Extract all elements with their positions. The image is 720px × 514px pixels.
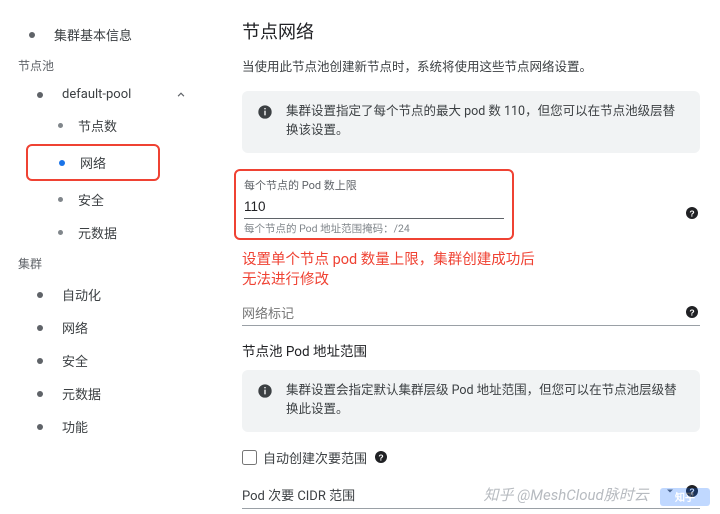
bullet-icon [36,292,44,298]
network-tag-field: ? [242,300,700,326]
main-content: 节点网络 当使用此节点池创建新节点时，系统将使用这些节点网络设置。 集群设置指定… [210,0,720,514]
sidebar-item-cluster-metadata[interactable]: 元数据 [0,377,210,410]
help-icon[interactable]: ? [373,449,389,465]
label: 节点数 [78,116,200,135]
notice-addr-range: 集群设置会指定默认集群层级 Pod 地址范围，但您可以在节点池层级替换此设置。 [242,370,700,432]
chevron-up-icon[interactable] [174,88,188,102]
bullet-icon [36,92,44,98]
page-description: 当使用此节点池创建新节点时，系统将使用这些节点网络设置。 [242,56,700,75]
pod-limit-callout: 每个节点的 Pod 数上限 每个节点的 Pod 地址范围掩码：/24 [234,169,514,240]
sidebar-item-node-count[interactable]: 节点数 [0,109,210,142]
label: 功能 [62,417,200,436]
notice-text: 集群设置指定了每个节点的最大 pod 数 110，但您可以在节点池级层替换该设置… [286,103,686,141]
label: 元数据 [62,384,200,403]
sidebar-item-default-pool[interactable]: default-pool [0,80,210,109]
label: 集群基本信息 [54,25,200,44]
sidebar-item-feature[interactable]: 功能 [0,410,210,443]
label: 网络 [62,318,200,337]
help-icon[interactable]: ? [684,304,700,320]
svg-text:?: ? [378,452,383,462]
svg-text:知乎: 知乎 [674,491,695,504]
watermark-text: 知乎 @MeshCloud脉时云 [484,486,649,504]
bullet-icon [36,358,44,364]
bullet-icon [56,230,64,235]
cidr-select-label: Pod 次要 CIDR 范围 [242,489,355,504]
zhihu-logo-icon: 知乎 [660,486,710,508]
pod-limit-input[interactable] [244,197,504,219]
bullet-icon [56,123,64,128]
addr-range-title: 节点池 Pod 地址范围 [242,340,700,360]
sidebar-item-security[interactable]: 安全 [0,183,210,216]
info-icon [256,103,274,121]
sidebar-header-nodepool: 节点池 [0,51,210,80]
auto-create-label: 自动创建次要范围 [263,448,367,467]
bullet-icon [36,325,44,331]
sidebar: 集群基本信息 节点池 default-pool 节点数 网络 [0,0,210,514]
label: 安全 [78,190,200,209]
sidebar-item-network[interactable]: 网络 [26,144,160,181]
notice-text: 集群设置会指定默认集群层级 Pod 地址范围，但您可以在节点池层级替换此设置。 [286,382,686,420]
sidebar-item-cluster-network[interactable]: 网络 [0,311,210,344]
help-icon[interactable]: ? [684,205,700,221]
pod-limit-field: 每个节点的 Pod 数上限 每个节点的 Pod 地址范围掩码：/24 ? [242,169,700,240]
annotation-text: 设置单个节点 pod 数量上限，集群创建成功后 无法进行修改 [242,250,700,291]
sidebar-header-cluster: 集群 [0,249,210,278]
info-icon [256,382,274,400]
svg-text:?: ? [689,208,694,218]
label: 安全 [62,351,200,370]
label: 网络 [80,153,148,172]
watermark: 知乎 @MeshCloud脉时云 知乎 [450,484,710,508]
bullet-icon [58,160,66,166]
bullet-icon [28,32,36,38]
sidebar-item-metadata[interactable]: 元数据 [0,216,210,249]
sidebar-item-cluster-security[interactable]: 安全 [0,344,210,377]
sidebar-item-cluster-basic[interactable]: 集群基本信息 [0,18,210,51]
auto-create-row: 自动创建次要范围 ? [242,448,700,467]
bullet-icon [36,424,44,430]
pod-limit-label: 每个节点的 Pod 数上限 [244,177,504,193]
svg-text:?: ? [689,307,694,317]
network-tag-input[interactable] [242,300,700,326]
notice-pod-max: 集群设置指定了每个节点的最大 pod 数 110，但您可以在节点池级层替换该设置… [242,91,700,153]
bullet-icon [56,197,64,202]
auto-create-checkbox[interactable] [242,450,257,465]
sidebar-item-automation[interactable]: 自动化 [0,278,210,311]
label: default-pool [62,87,174,102]
label: 自动化 [62,285,200,304]
label: 元数据 [78,223,200,242]
pod-limit-help: 每个节点的 Pod 地址范围掩码：/24 [244,221,504,236]
bullet-icon [36,391,44,397]
app: 集群基本信息 节点池 default-pool 节点数 网络 [0,0,720,514]
page-title: 节点网络 [242,18,700,44]
